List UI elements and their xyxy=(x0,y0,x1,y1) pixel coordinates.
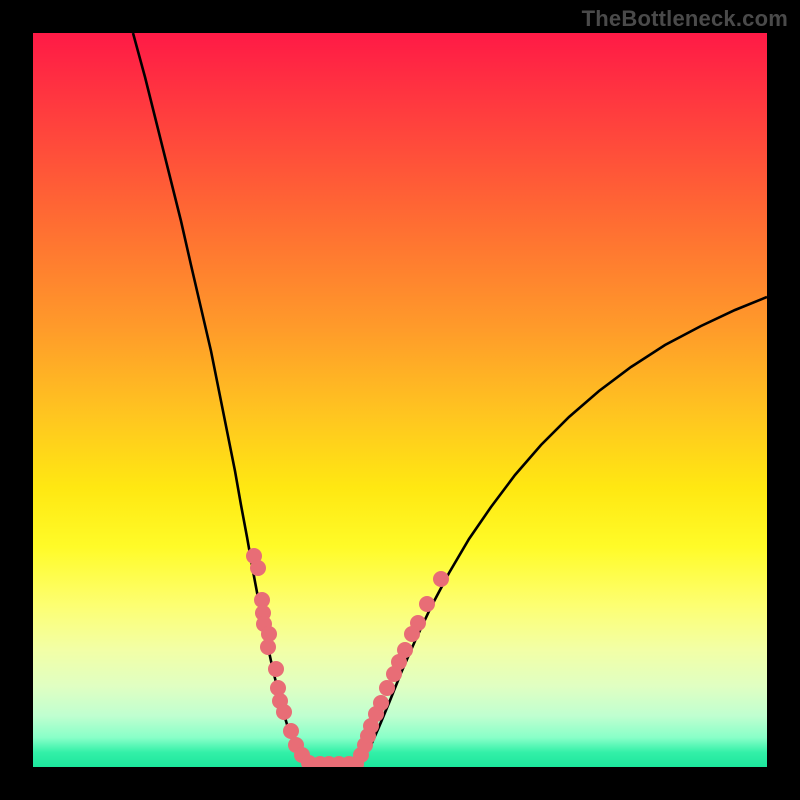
data-point xyxy=(276,704,292,720)
frame: TheBottleneck.com xyxy=(0,0,800,800)
data-point xyxy=(268,661,284,677)
data-point xyxy=(410,615,426,631)
data-point xyxy=(397,642,413,658)
data-point xyxy=(379,680,395,696)
curve-right xyxy=(356,297,767,766)
data-point xyxy=(283,723,299,739)
data-point xyxy=(250,560,266,576)
data-point xyxy=(260,639,276,655)
watermark-text: TheBottleneck.com xyxy=(582,6,788,32)
chart-svg xyxy=(33,33,767,767)
dots-right-group xyxy=(348,571,449,767)
curve-left xyxy=(133,33,315,766)
plot-area xyxy=(33,33,767,767)
dots-left-group xyxy=(246,548,357,767)
data-point xyxy=(419,596,435,612)
data-point xyxy=(433,571,449,587)
data-point xyxy=(373,695,389,711)
